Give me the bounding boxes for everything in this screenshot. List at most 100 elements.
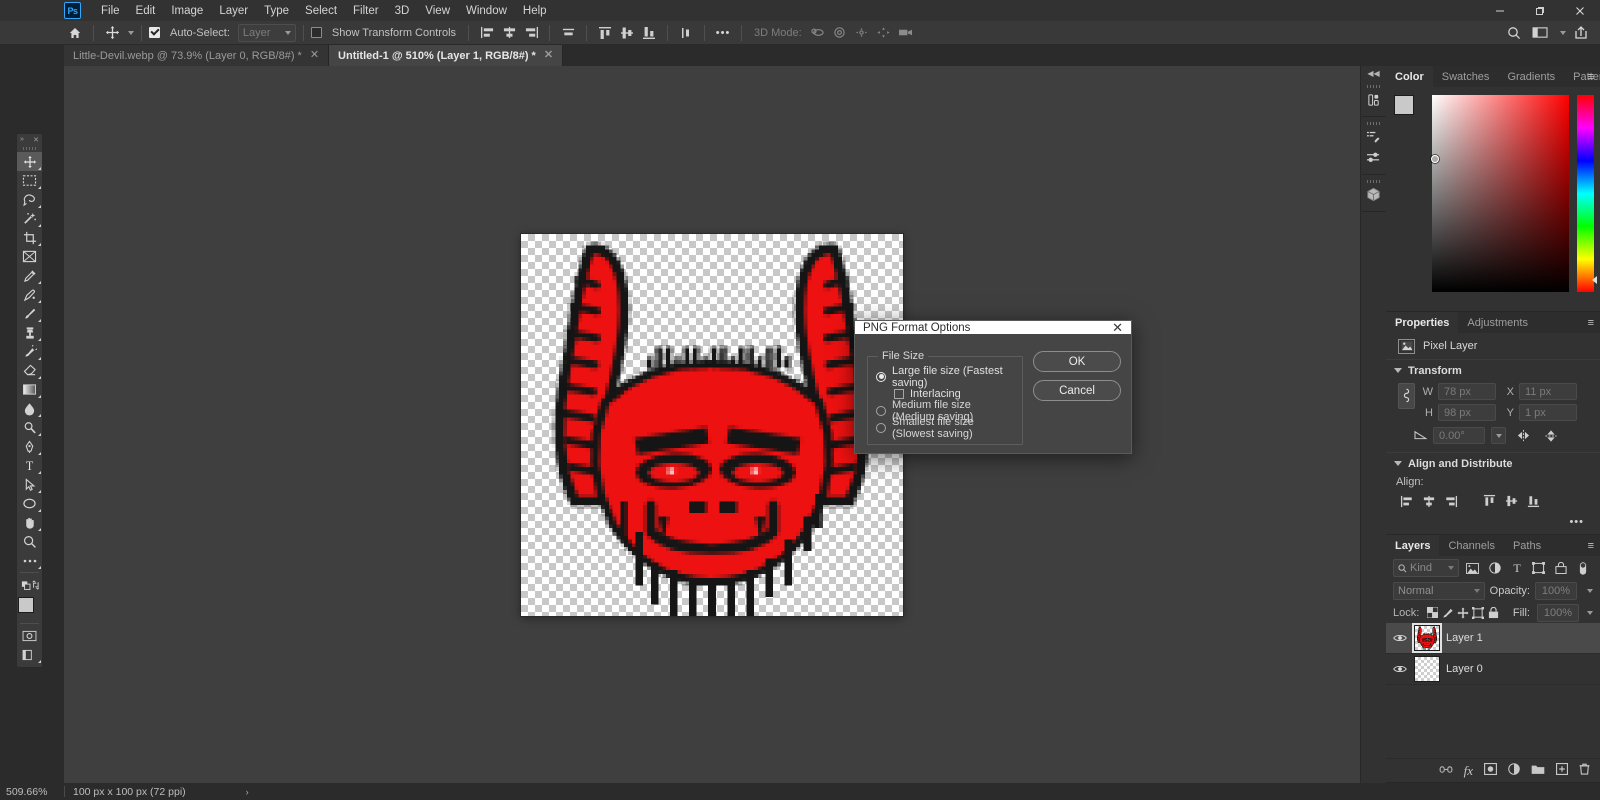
filter-toggle-icon[interactable]: [1574, 559, 1591, 577]
document-tab-little-devil[interactable]: Little-Devil.webp @ 73.9% (Layer 0, RGB/…: [64, 45, 330, 66]
color-field[interactable]: [1431, 95, 1569, 292]
close-icon[interactable]: ✕: [310, 50, 319, 61]
tab-gradients[interactable]: Gradients: [1498, 66, 1565, 87]
close-button[interactable]: [1560, 0, 1600, 21]
more-options-icon[interactable]: •••: [712, 23, 734, 43]
panel-menu-icon[interactable]: ≡: [1588, 535, 1595, 556]
workspace-chevron-icon[interactable]: [1560, 30, 1566, 35]
option-large-file-size[interactable]: Large file size (Fastest saving): [876, 365, 1014, 389]
move-tool-icon[interactable]: [101, 23, 123, 43]
link-layers-icon[interactable]: [1439, 765, 1453, 777]
tool-spot-healing-brush[interactable]: [17, 285, 42, 304]
height-input[interactable]: 98 px: [1438, 404, 1496, 421]
search-icon[interactable]: [1503, 23, 1525, 43]
ok-button[interactable]: OK: [1033, 351, 1121, 372]
angle-dropdown[interactable]: [1491, 427, 1506, 444]
color-swatches[interactable]: [17, 597, 42, 620]
hue-slider[interactable]: [1577, 95, 1597, 292]
tool-zoom[interactable]: [17, 532, 42, 551]
opacity-input[interactable]: 100%: [1535, 582, 1577, 600]
distribute-vertical-icon[interactable]: [675, 23, 697, 43]
layer-style-icon[interactable]: fx: [1464, 763, 1473, 779]
transform-section-header[interactable]: Transform: [1386, 359, 1600, 381]
close-icon[interactable]: ✕: [1112, 321, 1123, 334]
properties-sliders-icon[interactable]: [1362, 147, 1386, 168]
minimize-button[interactable]: [1480, 0, 1520, 21]
tool-gradient[interactable]: [17, 380, 42, 399]
layer-filter-kind-dropdown[interactable]: Kind: [1393, 559, 1459, 577]
document-tab-untitled-1[interactable]: Untitled-1 @ 510% (Layer 1, RGB/8#) * ✕: [329, 45, 564, 66]
default-colors-swap[interactable]: [17, 575, 42, 594]
tool-history-brush[interactable]: [17, 342, 42, 361]
align-horizontal-centers-icon[interactable]: [498, 23, 520, 43]
align-top-button[interactable]: [1478, 492, 1500, 510]
align-more-icon[interactable]: •••: [1386, 516, 1600, 534]
tab-properties[interactable]: Properties: [1386, 312, 1459, 333]
three-d-cube-icon[interactable]: [1362, 184, 1386, 205]
blend-mode-dropdown[interactable]: Normal: [1393, 582, 1485, 600]
tab-adjustments[interactable]: Adjustments: [1458, 312, 1537, 333]
panel-menu-icon[interactable]: ≡: [1588, 312, 1595, 333]
tool-blur[interactable]: [17, 399, 42, 418]
menu-view[interactable]: View: [417, 2, 458, 20]
align-left-edges-icon[interactable]: [476, 23, 498, 43]
y-input[interactable]: 1 px: [1519, 404, 1577, 421]
option-smallest-file-size[interactable]: Smallest file size (Slowest saving): [876, 416, 1014, 440]
tab-swatches[interactable]: Swatches: [1432, 66, 1499, 87]
close-toolbox-icon[interactable]: ✕: [33, 136, 39, 144]
libraries-icon[interactable]: [1362, 89, 1386, 110]
expand-toolbox-icon[interactable]: »: [20, 136, 24, 143]
tool-rectangular-marquee[interactable]: [17, 171, 42, 190]
link-wh-icon[interactable]: [1398, 383, 1415, 409]
tab-channels[interactable]: Channels: [1439, 535, 1504, 556]
menu-3d[interactable]: 3D: [387, 2, 418, 20]
foreground-color-swatch[interactable]: [1394, 95, 1414, 115]
tool-magic-wand[interactable]: [17, 209, 42, 228]
hue-slider-marker[interactable]: [1592, 276, 1597, 284]
menu-layer[interactable]: Layer: [211, 2, 256, 20]
tool-crop[interactable]: [17, 228, 42, 247]
new-group-icon[interactable]: [1531, 764, 1545, 778]
lock-all-icon[interactable]: [1488, 604, 1500, 622]
workspace-icon[interactable]: [1529, 23, 1551, 43]
menu-file[interactable]: File: [93, 2, 128, 20]
color-picker-marker[interactable]: [1431, 155, 1439, 163]
cancel-button[interactable]: Cancel: [1033, 380, 1121, 401]
menu-help[interactable]: Help: [515, 2, 555, 20]
share-icon[interactable]: [1570, 23, 1592, 43]
layer-name[interactable]: Layer 1: [1446, 632, 1483, 644]
eye-icon[interactable]: [1392, 661, 1408, 677]
show-transform-controls-checkbox[interactable]: Show Transform Controls: [310, 27, 461, 39]
auto-select-checkbox[interactable]: Auto-Select:: [149, 27, 235, 39]
tool-brush[interactable]: [17, 304, 42, 323]
eye-icon[interactable]: [1392, 630, 1408, 646]
adjustment-filter-icon[interactable]: [1486, 559, 1503, 577]
tool-frame[interactable]: [17, 247, 42, 266]
status-expand-icon[interactable]: ›: [246, 787, 249, 797]
angle-input[interactable]: 0.00°: [1433, 427, 1485, 444]
layer-mask-icon[interactable]: [1484, 763, 1497, 778]
fill-input[interactable]: 100%: [1536, 603, 1579, 622]
foreground-color-swatch[interactable]: [17, 597, 34, 613]
quick-mask-icon[interactable]: [17, 626, 42, 645]
lock-transparent-pixels-icon[interactable]: [1426, 604, 1438, 622]
auto-select-target-dropdown[interactable]: Layer: [237, 23, 296, 42]
new-layer-icon[interactable]: [1556, 763, 1569, 778]
fill-chevron-icon[interactable]: [1586, 610, 1593, 615]
layer-thumbnail[interactable]: [1412, 623, 1442, 653]
align-center-horizontal-button[interactable]: [1418, 492, 1440, 510]
artwork-demon-mask[interactable]: [521, 233, 903, 616]
opacity-chevron-icon[interactable]: [1587, 589, 1593, 593]
tab-paths[interactable]: Paths: [1503, 535, 1551, 556]
home-icon[interactable]: [64, 23, 86, 43]
align-bottom-button[interactable]: [1522, 492, 1544, 510]
distribute-horizontal-icon[interactable]: [557, 23, 579, 43]
layer-row-layer-0[interactable]: Layer 0: [1386, 654, 1600, 685]
collapse-panels-icon[interactable]: ◀◀: [1361, 67, 1387, 80]
tool-path-selection[interactable]: [17, 475, 42, 494]
canvas-area[interactable]: [64, 66, 1360, 783]
type-filter-icon[interactable]: T: [1508, 559, 1525, 577]
align-right-button[interactable]: [1440, 492, 1462, 510]
shape-filter-icon[interactable]: [1530, 559, 1547, 577]
align-vertical-centers-icon[interactable]: [616, 23, 638, 43]
